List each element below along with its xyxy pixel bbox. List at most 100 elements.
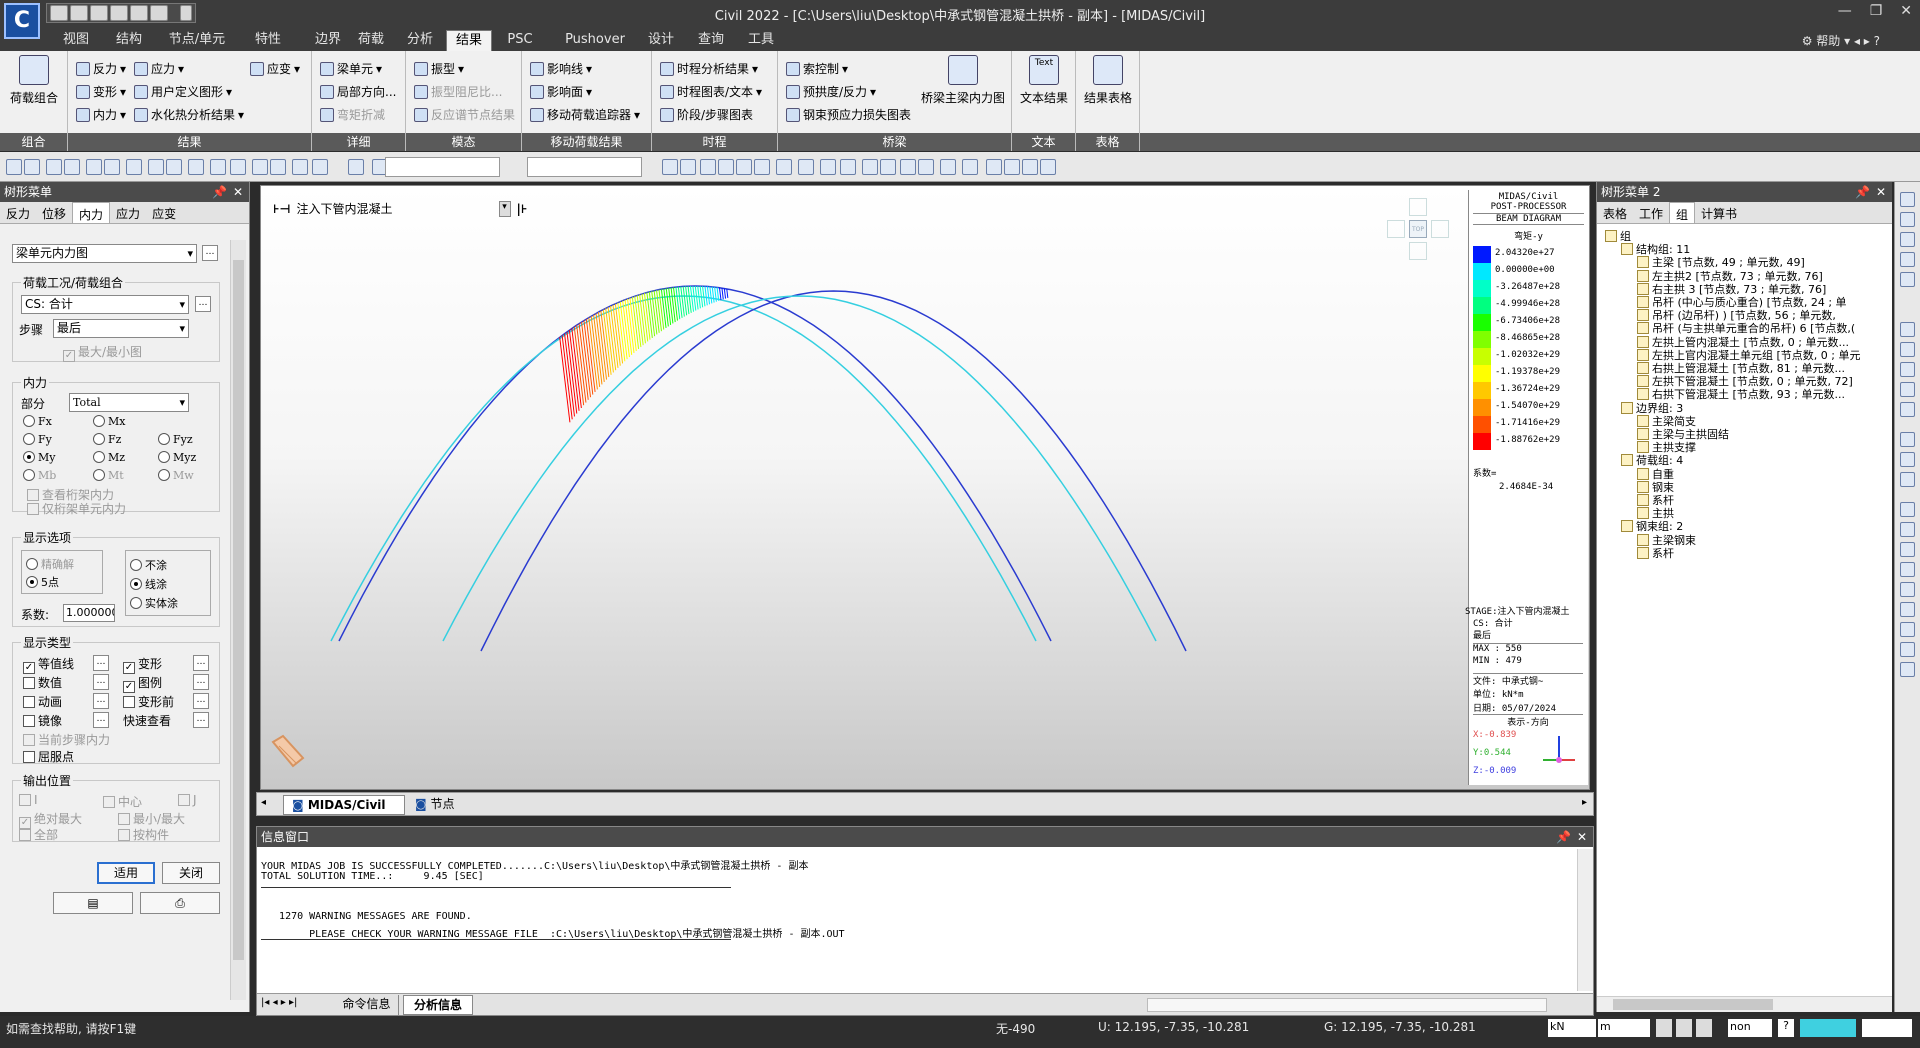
view-tool-icon[interactable] — [1900, 402, 1915, 417]
toolbar-icon[interactable] — [104, 159, 120, 175]
apply-button[interactable]: 适用 — [97, 862, 155, 884]
view-tool-icon[interactable] — [1900, 502, 1915, 517]
toolbar-icon[interactable] — [1040, 159, 1056, 175]
toolbar-icon[interactable] — [736, 159, 752, 175]
toolbar-icon[interactable] — [754, 159, 770, 175]
stress-button[interactable]: 应力 ▾ — [134, 60, 184, 77]
legend-checkbox[interactable]: ✓ 图例 — [123, 674, 162, 693]
close-icon[interactable]: ✕ — [1900, 3, 1912, 19]
yield-point-checkbox[interactable]: 屈服点 — [23, 748, 74, 765]
view-cube[interactable]: TOP — [1387, 198, 1449, 260]
toolbar-combo-2[interactable] — [527, 157, 642, 177]
toolbar-icon[interactable] — [862, 159, 878, 175]
scroll-thumb[interactable] — [233, 260, 244, 960]
radio-myz[interactable]: Myz — [158, 451, 196, 464]
minimize-icon[interactable]: — — [1838, 3, 1852, 19]
tab-1[interactable]: 结构 — [106, 30, 152, 51]
step-select[interactable]: 最后 — [53, 319, 189, 338]
diagram-type-more-button[interactable]: … — [202, 245, 218, 261]
tab-0[interactable]: 视图 — [54, 30, 98, 51]
radio-fill-none[interactable]: 不涂 — [130, 557, 167, 573]
toolbar-icon[interactable] — [210, 159, 226, 175]
heat-of-hydration-button[interactable]: 水化热分析结果 ▾ — [134, 106, 244, 123]
toolbar-icon[interactable] — [46, 159, 62, 175]
current-step-checkbox[interactable]: 当前步骤内力 — [23, 731, 110, 748]
toolbar-icon[interactable] — [662, 159, 678, 175]
text-results-button[interactable]: Text 文本结果 — [1016, 55, 1072, 106]
load-case-select[interactable]: CS: 合计 — [21, 295, 189, 314]
eraser-icon[interactable] — [269, 734, 309, 774]
tab-4[interactable]: 边界 — [306, 30, 350, 51]
toolbar-icon[interactable] — [348, 159, 364, 175]
model-viewport[interactable]: ⊦⊣ 注入下管内混凝土 ▾ |⊦ TOP MIDAS/Civil POST-PR… — [260, 185, 1590, 790]
toolbar-icon[interactable] — [1004, 159, 1020, 175]
toolbar-icon[interactable] — [252, 159, 268, 175]
tab-2[interactable]: 节点/单元 — [160, 30, 234, 51]
tab-12[interactable]: 工具 — [740, 30, 782, 51]
view-tool-icon[interactable] — [1900, 322, 1915, 337]
undeformed-checkbox[interactable]: 变形前 — [123, 693, 174, 710]
toolbar-icon[interactable] — [312, 159, 328, 175]
influence-surface-button[interactable]: 影响面 ▾ — [530, 83, 592, 100]
bridge-girder-diagram-button[interactable]: 桥梁主梁内力图 — [918, 55, 1008, 106]
mirror-checkbox[interactable]: 镜像 — [23, 712, 62, 729]
contour-checkbox[interactable]: ✓ 等值线 — [23, 655, 74, 674]
toolbar-icon[interactable] — [718, 159, 734, 175]
toolbar-icon[interactable] — [148, 159, 164, 175]
mode-damping-button[interactable]: 振型阻尼比... — [414, 83, 502, 100]
tab-analysis-info[interactable]: 分析信息 — [403, 995, 473, 1015]
all-checkbox[interactable]: 全部 — [19, 826, 58, 843]
toolbar-icon[interactable] — [24, 159, 40, 175]
toolbar-icon[interactable] — [6, 159, 22, 175]
right-scroll-thumb[interactable] — [1613, 999, 1773, 1010]
toolbar-icon[interactable] — [700, 159, 716, 175]
min-max-checkbox[interactable]: 最小/最大 — [118, 810, 185, 827]
toolbar-icon[interactable] — [292, 159, 308, 175]
influence-line-button[interactable]: 影响线 ▾ — [530, 60, 592, 77]
diagram-type-select[interactable]: 梁单元内力图 — [12, 244, 197, 263]
pos-i-checkbox[interactable]: I — [19, 793, 38, 807]
grid-icon[interactable] — [1676, 1019, 1692, 1037]
radio-mx[interactable]: Mx — [93, 415, 125, 428]
right-pin-icon[interactable]: 📌 — [1855, 182, 1870, 202]
view-cube-top[interactable]: TOP — [1409, 220, 1427, 238]
none-select[interactable]: non — [1728, 1019, 1772, 1037]
play-icon[interactable] — [1696, 1019, 1712, 1037]
radio-fyz[interactable]: Fyz — [158, 433, 193, 446]
radio-fz[interactable]: Fz — [93, 433, 121, 446]
force-unit-select[interactable]: kN — [1548, 1019, 1596, 1037]
view-tool-icon[interactable] — [1900, 212, 1915, 227]
tab-command-info[interactable]: 命令信息 — [335, 995, 399, 1015]
part-select[interactable]: Total — [69, 393, 189, 412]
toolbar-combo-1[interactable] — [385, 157, 500, 177]
tab-6[interactable]: 分析 — [398, 30, 442, 51]
animation-options-button[interactable]: … — [93, 693, 109, 709]
radio-mz[interactable]: Mz — [93, 451, 125, 464]
view-tool-icon[interactable] — [1900, 192, 1915, 207]
deformed-options-button[interactable]: … — [193, 655, 209, 671]
app-logo[interactable]: C — [4, 3, 40, 39]
view-tool-icon[interactable] — [1900, 602, 1915, 617]
pos-j-checkbox[interactable]: J — [178, 793, 197, 807]
mode-shape-button[interactable]: 振型 ▾ — [414, 60, 464, 77]
toolbar-icon[interactable] — [940, 159, 956, 175]
view-tool-icon[interactable] — [1900, 382, 1915, 397]
tab-node[interactable]: ◙ 节点 — [409, 795, 469, 815]
message-nav-icons[interactable]: |◂ ◂ ▸ ▸| — [261, 997, 297, 1008]
scale-input[interactable]: 1.000000 — [63, 604, 115, 622]
deformation-button[interactable]: 变形 ▾ — [76, 83, 126, 100]
response-spectrum-button[interactable]: 反应谱节点结果 — [414, 106, 515, 123]
radio-fill-solid[interactable]: 实体涂 — [130, 595, 178, 611]
beam-element-button[interactable]: 梁单元 ▾ — [320, 60, 382, 77]
toolbar-icon[interactable] — [986, 159, 1002, 175]
values-options-button[interactable]: … — [93, 674, 109, 690]
toolbar-icon[interactable] — [776, 159, 792, 175]
tab-7[interactable]: 结果 — [446, 30, 492, 51]
view-tool-icon[interactable] — [1900, 432, 1915, 447]
view-cube-front[interactable] — [1409, 242, 1427, 260]
radio-precise[interactable]: 精确解 — [26, 556, 74, 572]
tree-node[interactable]: 系杆 — [1637, 545, 1674, 561]
cable-control-button[interactable]: 索控制 ▾ — [786, 60, 848, 77]
undeformed-options-button[interactable]: … — [193, 693, 209, 709]
tab-8[interactable]: PSC — [498, 30, 542, 51]
